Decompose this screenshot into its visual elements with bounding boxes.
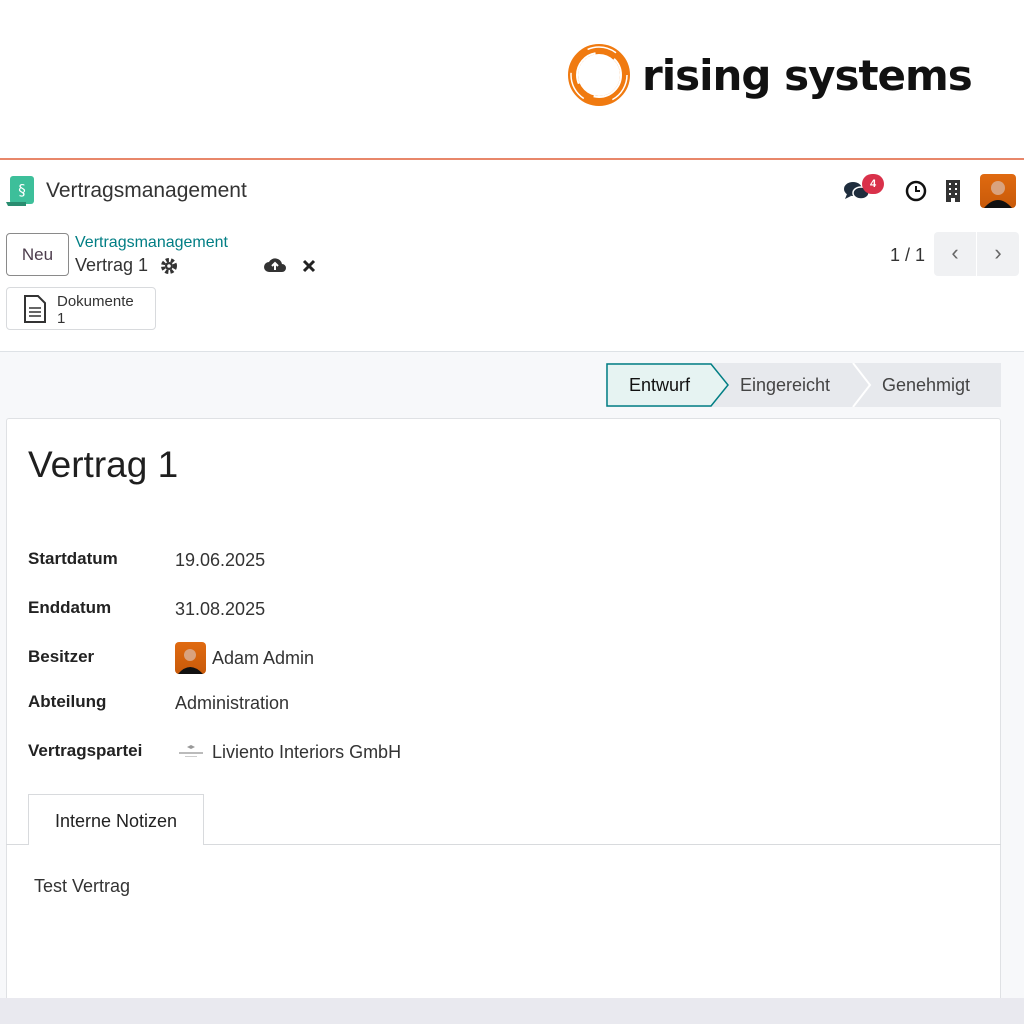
- pager-previous-button[interactable]: ‹: [934, 232, 976, 276]
- stage-eingereicht[interactable]: Eingereicht: [740, 363, 830, 407]
- label-vertragspartei: Vertragspartei: [28, 741, 143, 760]
- stage-genehmigt[interactable]: Genehmigt: [882, 363, 970, 407]
- header-divider: [0, 158, 1024, 160]
- svg-text:§: §: [18, 181, 26, 199]
- statusbar: Entwurf Eingereicht Genehmigt: [606, 363, 1001, 407]
- documents-label: Dokumente 1: [57, 293, 134, 327]
- gear-icon[interactable]: [160, 257, 178, 275]
- besitzer-field[interactable]: Adam Admin: [212, 648, 314, 669]
- breadcrumb-parent[interactable]: Vertragsmanagement: [75, 234, 228, 252]
- owner-avatar: [175, 642, 206, 674]
- logo-ring-icon: [568, 44, 630, 106]
- stage-entwurf[interactable]: Entwurf: [629, 363, 690, 407]
- label-enddatum: Enddatum: [28, 598, 112, 617]
- breadcrumb-current: Vertrag 1: [75, 255, 149, 275]
- documents-smart-button[interactable]: Dokumente 1: [6, 287, 156, 330]
- app-title[interactable]: Vertragsmanagement: [46, 179, 247, 203]
- discard-x-icon[interactable]: [302, 259, 316, 273]
- messages-badge: 4: [862, 174, 884, 194]
- logo-text: rising systems: [642, 50, 973, 100]
- label-startdatum: Startdatum: [28, 549, 118, 568]
- pager-value[interactable]: 1 / 1: [890, 245, 925, 266]
- pager-next-button[interactable]: ›: [977, 232, 1019, 276]
- form-sheet: [6, 418, 1001, 1018]
- tab-interne-notizen[interactable]: Interne Notizen: [28, 794, 204, 845]
- clock-icon[interactable]: [905, 180, 927, 202]
- cloud-upload-icon[interactable]: [264, 257, 286, 273]
- enddatum-field[interactable]: 31.08.2025: [175, 599, 265, 620]
- documents-label-text: Dokumente: [57, 293, 134, 310]
- startdatum-field[interactable]: 19.06.2025: [175, 550, 265, 571]
- record-title[interactable]: Vertrag 1: [28, 444, 178, 486]
- abteilung-field[interactable]: Administration: [175, 693, 289, 714]
- documents-count: 1: [57, 310, 66, 327]
- notes-field[interactable]: Test Vertrag: [34, 876, 130, 897]
- label-abteilung: Abteilung: [28, 692, 107, 711]
- user-avatar[interactable]: [980, 174, 1016, 208]
- company-building-icon[interactable]: [945, 180, 961, 202]
- bottom-bar: [0, 998, 1024, 1024]
- partner-logo-icon: [179, 745, 203, 757]
- label-besitzer: Besitzer: [28, 647, 95, 666]
- vertragspartei-field[interactable]: Liviento Interiors GmbH: [212, 742, 401, 763]
- document-icon: [24, 295, 46, 323]
- new-button[interactable]: Neu: [6, 233, 69, 276]
- rising-systems-logo: rising systems: [566, 42, 973, 108]
- section-sign-icon[interactable]: §: [6, 176, 34, 206]
